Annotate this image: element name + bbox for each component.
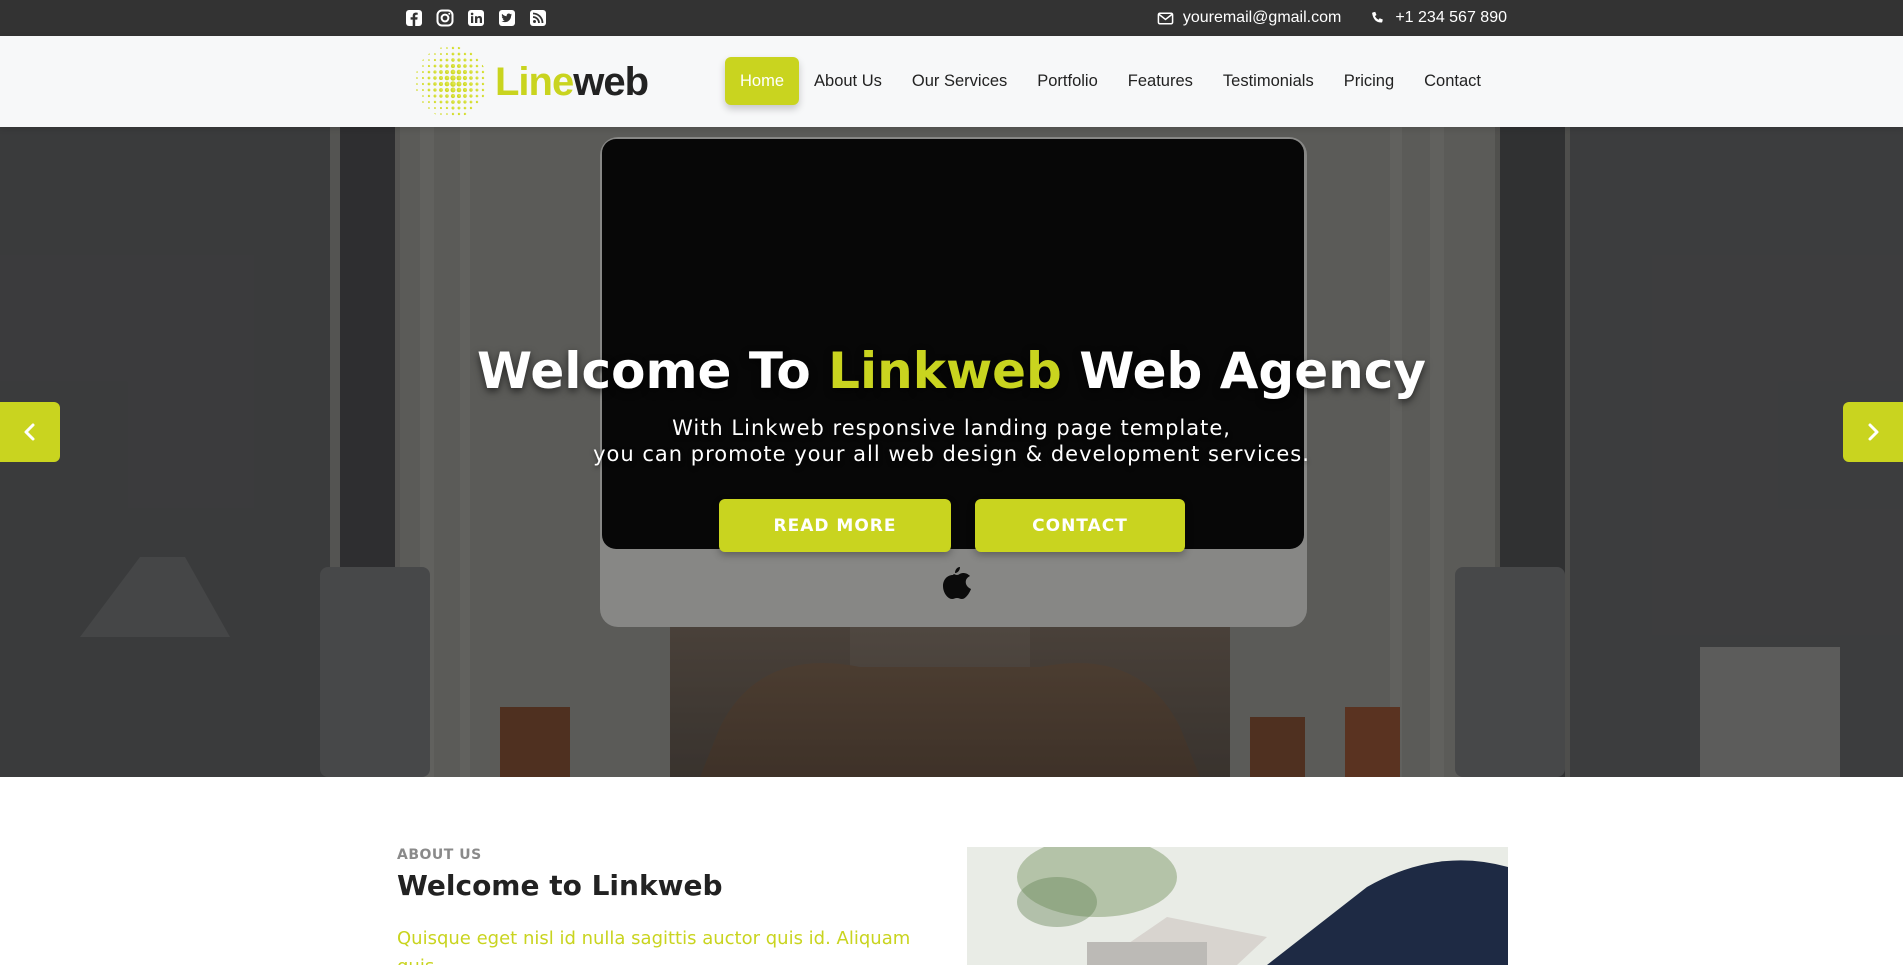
chevron-left-icon: [24, 423, 35, 441]
about-image: [967, 847, 1508, 965]
top-bar: youremail@gmail.com +1 234 567 890: [0, 0, 1903, 36]
instagram-icon[interactable]: [436, 9, 454, 27]
logo-text: Lineweb: [495, 59, 649, 104]
nav-about-us[interactable]: About Us: [799, 57, 897, 105]
about-text: Quisque eget nisl id nulla sagittis auct…: [397, 928, 911, 965]
globe-logo-icon: [416, 46, 485, 116]
slider-prev-button[interactable]: [0, 402, 60, 462]
about-section: ABOUT US Welcome to Linkweb Quisque eget…: [0, 777, 1903, 965]
hero-subtitle: With Linkweb responsive landing page tem…: [0, 415, 1903, 467]
social-links: [405, 9, 547, 27]
contact-info: youremail@gmail.com +1 234 567 890: [1157, 0, 1507, 36]
email-text: youremail@gmail.com: [1182, 9, 1342, 26]
logo[interactable]: Lineweb: [413, 44, 649, 120]
linkedin-icon[interactable]: [467, 9, 485, 27]
nav-features[interactable]: Features: [1113, 57, 1208, 105]
about-title: Welcome to Linkweb: [397, 869, 723, 902]
phone-text: +1 234 567 890: [1395, 9, 1507, 26]
nav-our-services[interactable]: Our Services: [897, 57, 1022, 105]
read-more-button[interactable]: READ MORE: [719, 499, 951, 552]
hero-slider: Welcome To Linkweb Web Agency With Linkw…: [0, 127, 1903, 777]
phone-contact[interactable]: +1 234 567 890: [1369, 9, 1507, 27]
contact-button[interactable]: CONTACT: [975, 499, 1185, 552]
hero-subtitle-line-1: With Linkweb responsive landing page tem…: [672, 416, 1231, 440]
slider-next-button[interactable]: [1843, 402, 1903, 462]
nav-pricing[interactable]: Pricing: [1329, 57, 1409, 105]
main-nav: Home About Us Our Services Portfolio Fea…: [725, 57, 1496, 105]
email-contact[interactable]: youremail@gmail.com: [1157, 9, 1342, 27]
envelope-icon: [1157, 12, 1174, 24]
about-label: ABOUT US: [397, 847, 482, 863]
twitter-icon[interactable]: [498, 9, 516, 27]
facebook-icon[interactable]: [405, 9, 423, 27]
nav-home[interactable]: Home: [725, 57, 800, 105]
nav-testimonials[interactable]: Testimonials: [1208, 57, 1329, 105]
rss-icon[interactable]: [529, 9, 547, 27]
hero-title: Welcome To Linkweb Web Agency: [477, 342, 1426, 400]
nav-portfolio[interactable]: Portfolio: [1022, 57, 1113, 105]
nav-contact[interactable]: Contact: [1409, 57, 1496, 105]
phone-icon: [1372, 11, 1384, 23]
site-header: Lineweb Home About Us Our Services Portf…: [0, 36, 1903, 127]
hero-subtitle-line-2: you can promote your all web design & de…: [593, 442, 1310, 466]
chevron-right-icon: [1868, 423, 1879, 441]
